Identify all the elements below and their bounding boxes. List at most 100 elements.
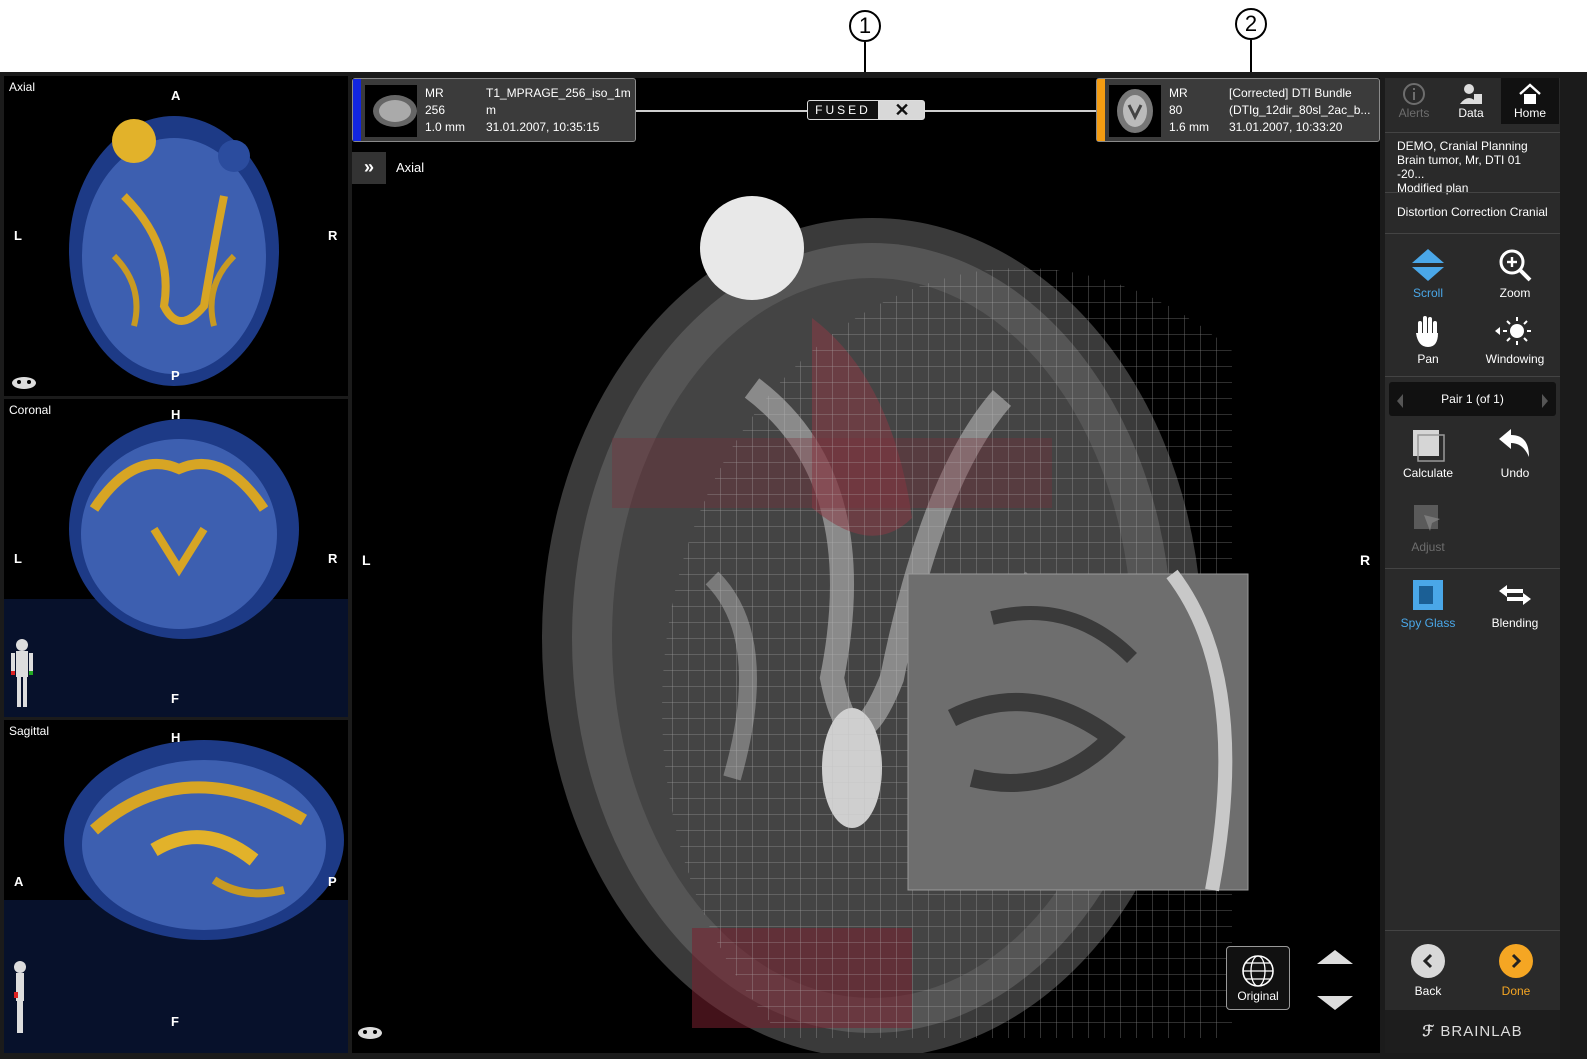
body-front-icon	[11, 639, 33, 707]
next-pair-arrow-icon[interactable]	[1542, 394, 1548, 408]
blending-label: Blending	[1491, 616, 1539, 630]
body-side-icon	[14, 961, 26, 1033]
spy-glass-icon	[1385, 574, 1471, 616]
windowing-tool-button[interactable]: Windowing	[1472, 310, 1558, 374]
series-description: T1_MPRAGE_256_iso_1m m 31.01.2007, 10:35…	[486, 85, 631, 136]
done-button[interactable]: Done	[1473, 934, 1559, 1006]
scroll-label: Scroll	[1412, 286, 1443, 300]
series-name-line1: [Corrected] DTI Bundle	[1229, 86, 1352, 100]
undo-button[interactable]: Undo	[1472, 424, 1558, 488]
data-label: Data	[1458, 106, 1484, 120]
panel-divider	[1385, 930, 1560, 931]
spy-glass-button[interactable]: Spy Glass	[1385, 574, 1471, 638]
axial-thumbnail-image	[1117, 89, 1153, 133]
globe-grid-icon	[1242, 955, 1274, 987]
application-window: Axial A P L R Coronal H F L R Sagittal H…	[0, 72, 1587, 1059]
adjust-button[interactable]: Adjust	[1385, 498, 1471, 562]
axial-top-orientation: A	[171, 88, 181, 103]
callout-1: 1	[849, 10, 881, 42]
slice-up-arrow-icon[interactable]	[1317, 950, 1353, 964]
adjust-icon	[1385, 498, 1471, 540]
info-circle-icon	[1387, 78, 1441, 106]
series-modality: MR	[1169, 86, 1188, 100]
blending-arrows-icon	[1472, 574, 1558, 616]
sagittal-bottom-orientation: F	[171, 1014, 179, 1029]
alerts-button[interactable]: Alerts	[1387, 78, 1441, 124]
brainlab-logo: ℱ BRAINLAB	[1385, 1010, 1560, 1053]
zoom-magnifier-icon	[1472, 244, 1558, 286]
coronal-top-orientation: H	[171, 407, 181, 422]
scroll-arrows-icon	[1385, 244, 1471, 286]
expand-views-button[interactable]: »	[352, 152, 386, 184]
calculate-button[interactable]: Calculate	[1385, 424, 1471, 488]
slice-down-arrow-icon[interactable]	[1317, 996, 1353, 1010]
done-label: Done	[1501, 984, 1531, 998]
series-thickness: 1.6 mm	[1169, 120, 1210, 134]
series-meta: MR 256 1.0 mm	[425, 85, 465, 136]
series-name-line2: (DTIg_12dir_80sl_2ac_b...	[1229, 103, 1371, 117]
scroll-tool-button[interactable]: Scroll	[1385, 244, 1471, 308]
series-card-t1-mprage[interactable]: MR 256 1.0 mm T1_MPRAGE_256_iso_1m m 31.…	[352, 78, 636, 142]
series-description: [Corrected] DTI Bundle (DTIg_12dir_80sl_…	[1229, 85, 1370, 136]
original-view-button[interactable]: Original	[1226, 946, 1290, 1010]
main-view-label: Axial	[396, 160, 425, 175]
windowing-sun-icon	[1472, 310, 1558, 352]
pair-selector[interactable]: Pair 1 (of 1)	[1389, 382, 1556, 416]
axial-view-label: Axial	[9, 80, 36, 94]
series-slices: 80	[1169, 103, 1183, 117]
series-thumbnail	[1109, 85, 1161, 137]
adjust-label: Adjust	[1411, 540, 1445, 554]
patient-data-icon	[1443, 78, 1499, 106]
main-left-orientation: L	[362, 552, 371, 568]
main-right-orientation: R	[1360, 552, 1371, 568]
series-color-bar	[1097, 79, 1105, 141]
windowing-label: Windowing	[1485, 352, 1545, 366]
series-date: 31.01.2007, 10:33:20	[1229, 120, 1343, 134]
back-button[interactable]: Back	[1385, 934, 1471, 1006]
callout-2: 2	[1235, 8, 1267, 40]
calculate-label: Calculate	[1402, 466, 1454, 480]
series-meta: MR 80 1.6 mm	[1169, 85, 1209, 136]
sagittal-thumbnail-image	[373, 95, 417, 127]
head-orientation-icon	[358, 1027, 382, 1039]
home-button[interactable]: Home	[1501, 78, 1559, 124]
blending-button[interactable]: Blending	[1472, 574, 1558, 638]
sagittal-view-label: Sagittal	[9, 724, 50, 738]
fused-connector-left	[636, 110, 807, 112]
sagittal-right-orientation: P	[328, 874, 337, 889]
patient-info-line2: Brain tumor, Mr, DTI 01 -20...	[1397, 153, 1522, 181]
fused-connector-right	[925, 110, 1096, 112]
series-date: 31.01.2007, 10:35:15	[486, 120, 600, 134]
coronal-right-orientation: R	[328, 551, 338, 566]
coronal-view[interactable]: Coronal H F L R	[4, 399, 348, 717]
zoom-tool-button[interactable]: Zoom	[1472, 244, 1558, 308]
series-color-bar	[353, 79, 361, 141]
zoom-label: Zoom	[1499, 286, 1531, 300]
axial-bottom-orientation: P	[171, 368, 180, 383]
series-slices: 256	[425, 103, 446, 117]
pan-label: Pan	[1417, 352, 1439, 366]
previous-pair-arrow-icon[interactable]	[1397, 394, 1403, 408]
back-label: Back	[1414, 984, 1442, 998]
main-axial-view[interactable]: MR 256 1.0 mm T1_MPRAGE_256_iso_1m m 31.…	[352, 78, 1380, 1053]
series-name-line2: m	[486, 103, 496, 117]
panel-divider	[1385, 568, 1560, 569]
brainlab-mark-icon: ℱ	[1422, 1023, 1441, 1040]
patient-info: DEMO, Cranial Planning Brain tumor, Mr, …	[1385, 132, 1560, 201]
head-orientation-icon	[12, 377, 36, 389]
unfuse-close-button[interactable]: ✕	[879, 100, 925, 120]
axial-image	[69, 116, 279, 386]
pan-tool-button[interactable]: Pan	[1385, 310, 1471, 374]
right-tool-panel: Alerts Data Home DEMO, Cranial Planning …	[1385, 78, 1560, 1053]
coronal-image	[4, 419, 348, 717]
fused-label[interactable]: FUSED	[807, 100, 879, 120]
alerts-label: Alerts	[1398, 106, 1430, 120]
done-chevron-icon	[1499, 944, 1533, 978]
axial-view[interactable]: Axial A P L R	[4, 76, 348, 396]
data-button[interactable]: Data	[1443, 78, 1499, 124]
axial-left-orientation: L	[14, 228, 22, 243]
series-card-dti-bundle[interactable]: MR 80 1.6 mm [Corrected] DTI Bundle (DTI…	[1096, 78, 1380, 142]
sagittal-view[interactable]: Sagittal H F A P	[4, 720, 348, 1053]
panel-divider	[1385, 376, 1560, 377]
fused-axial-image	[352, 78, 1249, 1053]
